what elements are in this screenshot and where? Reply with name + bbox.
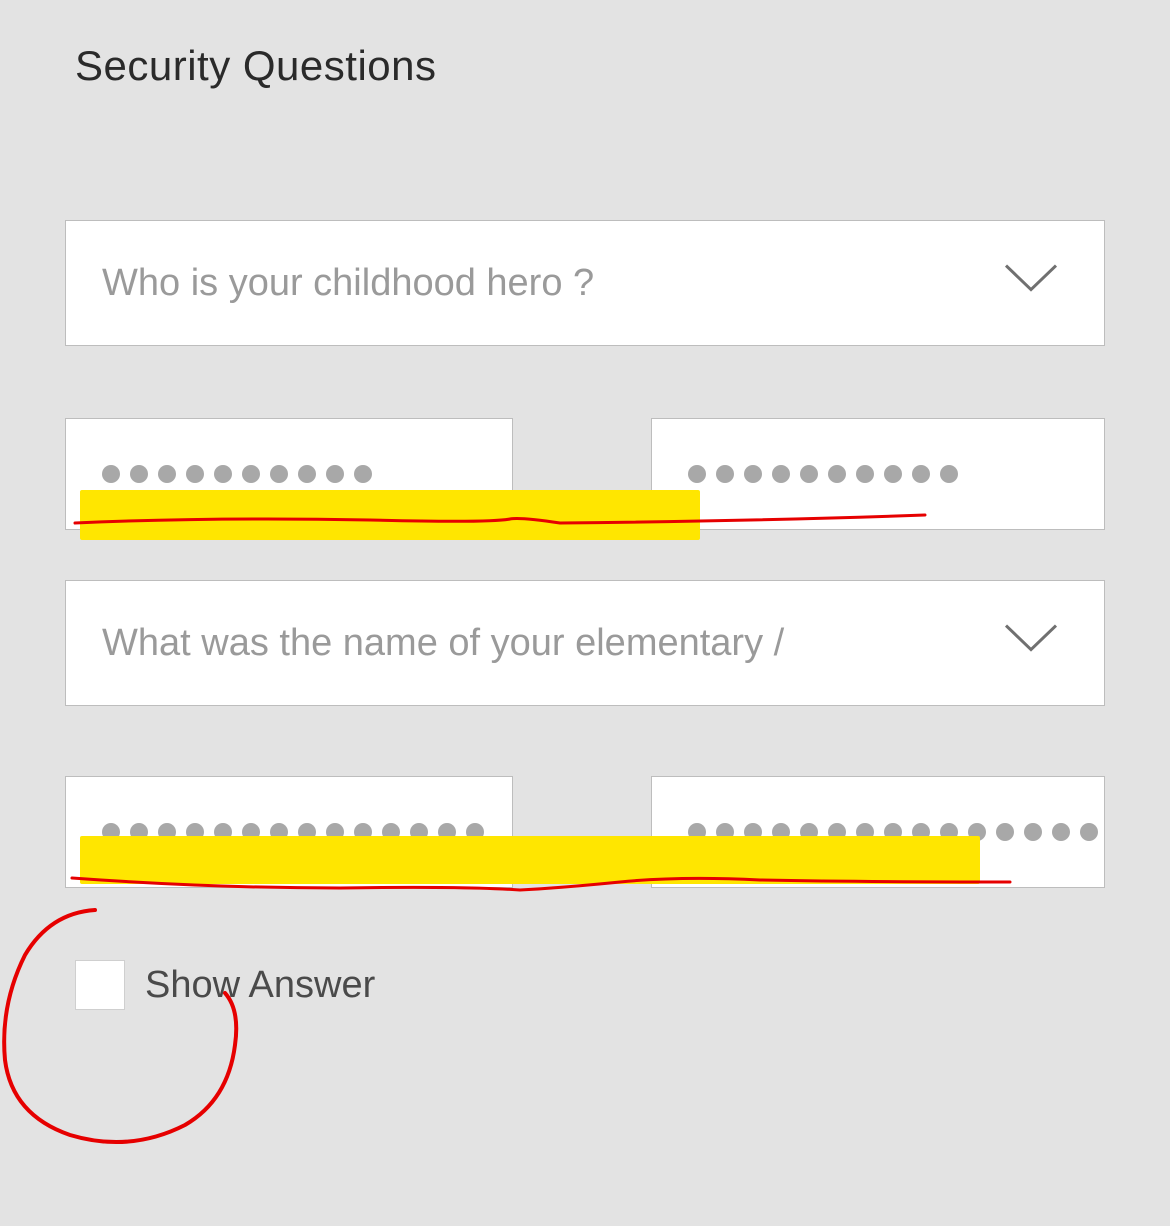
chevron-down-icon <box>1002 262 1060 301</box>
question-2-dropdown[interactable]: What was the name of your elementary / <box>65 580 1105 706</box>
highlight-annotation-1 <box>80 490 700 540</box>
show-answer-checkbox[interactable] <box>75 960 125 1010</box>
highlight-annotation-2 <box>80 836 980 884</box>
question-2-selected-text: What was the name of your elementary / <box>102 622 784 665</box>
show-answer-label: Show Answer <box>145 964 375 1007</box>
chevron-down-icon <box>1002 622 1060 661</box>
question-1-selected-text: Who is your childhood hero ? <box>102 262 594 305</box>
question-1-dropdown[interactable]: Who is your childhood hero ? <box>65 220 1105 346</box>
masked-answer-1 <box>102 465 372 483</box>
security-questions-form: Who is your childhood hero ? What was th… <box>0 220 1170 888</box>
confirm-answer-1-input[interactable] <box>651 418 1105 530</box>
masked-confirm-answer-1 <box>688 465 958 483</box>
show-answer-row: Show Answer <box>0 888 1170 1010</box>
page-title: Security Questions <box>0 0 1170 90</box>
